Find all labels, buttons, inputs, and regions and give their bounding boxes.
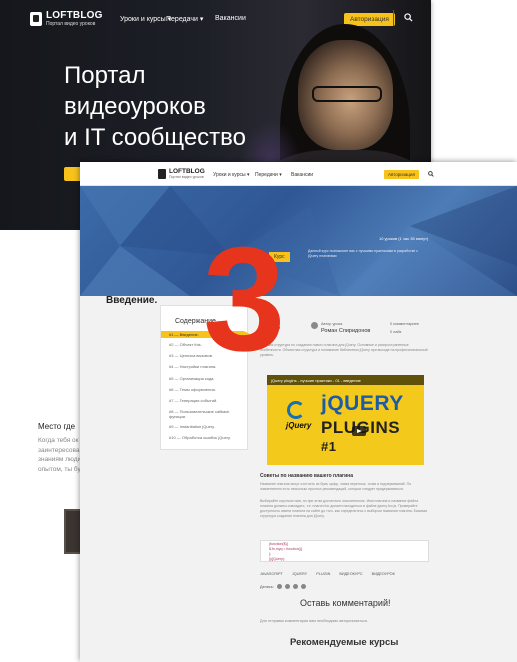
toc-item[interactable]: #6 — Темы оформления. xyxy=(169,387,247,392)
nav-courses[interactable]: Уроки и курсы ▾ xyxy=(213,172,250,178)
code-line: (function($){ xyxy=(269,542,288,546)
overlay-number: 3 xyxy=(203,217,286,382)
hero-photo-glasses xyxy=(312,86,382,102)
nav-vacancies[interactable]: Вакансии xyxy=(215,15,246,22)
banner-polygon-pattern xyxy=(80,186,517,296)
front-page-screenshot: LOFTBLOG Портал видео уроков Уроки и кур… xyxy=(80,162,517,662)
back-logo[interactable]: LOFTBLOG Портал видео уроков xyxy=(30,11,103,27)
nav-courses[interactable]: Уроки и курсы ▾ xyxy=(120,15,171,23)
share-label: Делись: xyxy=(260,584,274,589)
article-subheading: Советы по названию вашего плагина xyxy=(260,473,353,479)
video-title: jQuery plugins - лучшие практики - 01 - … xyxy=(267,375,424,385)
tag-link[interactable]: JAVASCRIPT xyxy=(260,572,283,576)
likes-count[interactable]: 0 лайк xyxy=(390,330,401,334)
course-description: Данный курс познакомит вас с лучшими пра… xyxy=(308,249,418,258)
recommended-heading: Рекомендуемые курсы xyxy=(290,637,399,648)
back-section-title: Место где xyxy=(38,422,76,431)
article-paragraph: Название плагина могут состоять из букв,… xyxy=(260,482,412,491)
comments-heading: Оставь комментарий! xyxy=(300,598,391,608)
toc-item[interactable]: #8 — Пользовательские callback функции. xyxy=(169,409,247,419)
code-line: })(jQuery); xyxy=(269,557,285,561)
nav-divider xyxy=(393,10,394,26)
author-name: Роман Спиридонов xyxy=(321,328,371,334)
vk-share-icon[interactable] xyxy=(276,584,282,589)
nav-vacancies[interactable]: Вакансии xyxy=(291,172,313,178)
course-meta: 10 уроков (1 час 35 минут) xyxy=(379,236,429,241)
video-player[interactable]: jQuery plugins - лучшие практики - 01 - … xyxy=(267,375,424,465)
nav-shows[interactable]: Передачи ▾ xyxy=(166,15,203,23)
front-logo[interactable]: LOFTBLOG Портал видео уроков xyxy=(158,168,205,179)
code-line: $.fn.myq = function(){ xyxy=(269,547,303,551)
google-share-icon[interactable] xyxy=(300,584,306,589)
logo-name: LOFTBLOG xyxy=(46,10,103,21)
toc-item[interactable]: #10 — Обработка ошибок jQuery. xyxy=(169,435,247,440)
logo-icon xyxy=(158,168,166,179)
logo-icon xyxy=(30,12,42,26)
video-word-small: jQuery xyxy=(286,421,312,430)
tag-link[interactable]: PLUGIN xyxy=(316,572,330,576)
search-icon[interactable] xyxy=(404,13,413,22)
hero-title: Портал видеоуроков и IT сообщество xyxy=(64,62,246,151)
tag-link[interactable]: ВИДЕОКУРС xyxy=(339,572,362,576)
video-suffix: #1 xyxy=(321,439,337,454)
facebook-share-icon[interactable] xyxy=(284,584,290,589)
intro-paragraph: Базовая структура по созданию нового пла… xyxy=(260,343,428,357)
twitter-share-icon[interactable] xyxy=(292,584,298,589)
course-banner: Курс 10 уроков (1 час 35 минут) Данный к… xyxy=(80,186,517,296)
toc-item[interactable]: #9 — Instantiation jQuery. xyxy=(169,424,247,429)
lesson-title: Введение. xyxy=(106,295,158,306)
code-block: (function($){ $.fn.myq = function(){ }; … xyxy=(260,540,429,562)
video-word-big1: jQUERY xyxy=(321,392,404,415)
share-bar: Делись: xyxy=(260,584,306,589)
logo-tagline: Портал видео уроков xyxy=(46,21,96,27)
play-icon[interactable] xyxy=(352,426,366,436)
search-icon[interactable] xyxy=(428,171,434,177)
toc-item[interactable]: #7 — Генерация событий. xyxy=(169,398,247,403)
avatar xyxy=(311,322,318,329)
login-note[interactable]: Для отправки комментария вам необходимо … xyxy=(260,619,368,623)
front-navbar: LOFTBLOG Портал видео уроков Уроки и кур… xyxy=(80,162,517,186)
auth-button[interactable]: Авторизация xyxy=(384,170,419,179)
jquery-logo-icon xyxy=(287,401,305,419)
tag-list: JAVASCRIPT JQUERY PLUGIN ВИДЕОКУРС ВИДЕО… xyxy=(260,572,395,576)
author-role: Автор урока xyxy=(321,322,343,326)
logo-name: LOFTBLOG xyxy=(169,168,205,175)
tag-link[interactable]: ВИДЕОУРОК xyxy=(372,572,395,576)
tag-link[interactable]: JQUERY xyxy=(292,572,307,576)
article-paragraph: Выбирайте короткое имя, но при этом дост… xyxy=(260,499,427,518)
logo-tagline: Портал видео уроков xyxy=(169,175,204,179)
nav-shows[interactable]: Передачи ▾ xyxy=(255,172,282,178)
code-line: }; xyxy=(269,552,272,556)
comments-count[interactable]: 0 комментариев xyxy=(390,322,419,326)
